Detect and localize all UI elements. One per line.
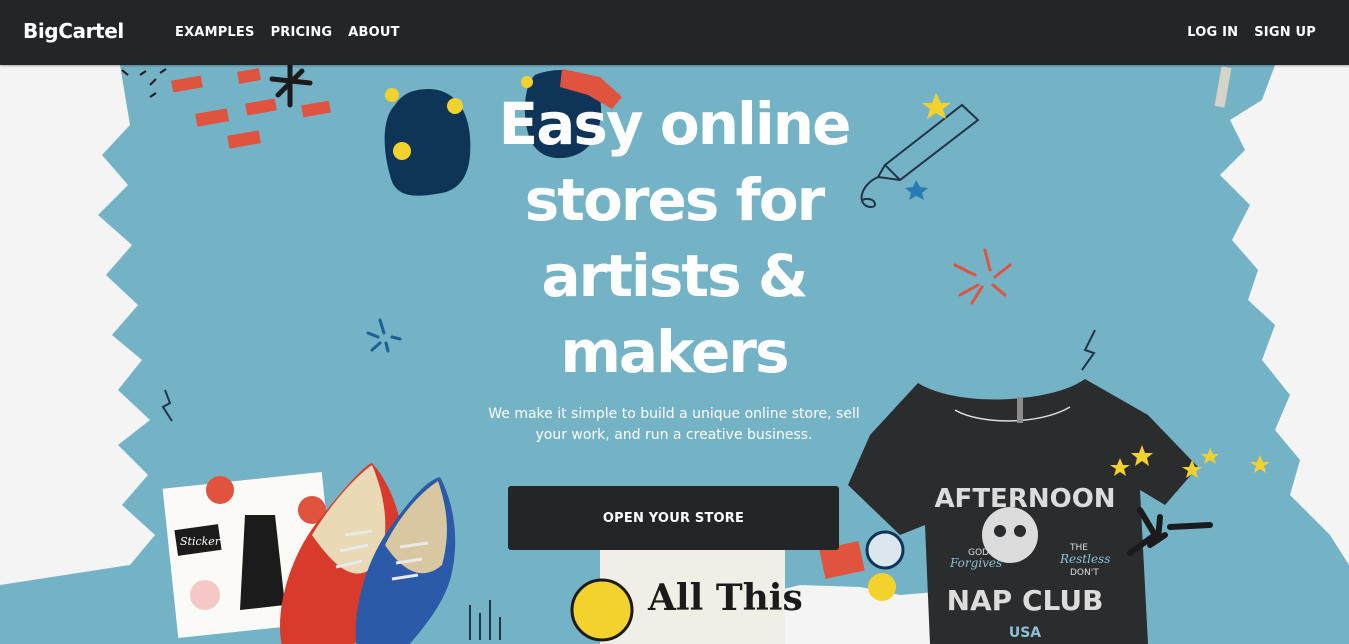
- sign-up-link[interactable]: SIGN UP: [1254, 25, 1316, 40]
- top-navigation-bar: BigCartel EXAMPLES PRICING ABOUT LOG IN …: [0, 0, 1349, 65]
- sticker-yellow: [868, 573, 896, 601]
- log-in-link[interactable]: LOG IN: [1187, 25, 1238, 40]
- nav-about-link[interactable]: ABOUT: [348, 25, 399, 40]
- svg-text:USA: USA: [1009, 625, 1041, 641]
- svg-text:Restless: Restless: [1059, 552, 1110, 566]
- nav-examples-link[interactable]: EXAMPLES: [175, 25, 255, 40]
- print-text: All This: [647, 577, 803, 619]
- primary-nav: EXAMPLES PRICING ABOUT: [175, 25, 400, 40]
- sticker-text: Sticker: [180, 535, 221, 548]
- page: AFTERNOON GOD Forgives THE Restless DON'…: [0, 0, 1349, 644]
- nav-pricing-link[interactable]: PRICING: [271, 25, 333, 40]
- account-nav: LOG IN SIGN UP: [1187, 25, 1316, 40]
- sticker-round: [865, 530, 905, 570]
- tshirt-text-top: AFTERNOON: [934, 484, 1115, 514]
- svg-text:DON'T: DON'T: [1070, 568, 1099, 578]
- open-your-store-button[interactable]: OPEN YOUR STORE: [508, 486, 839, 550]
- hero-subtitle: We make it simple to build a unique onli…: [488, 406, 860, 443]
- navy-blob-left: [384, 88, 471, 196]
- hero-title: Easy online stores for artists & makers: [498, 90, 852, 386]
- svg-text:Forgives: Forgives: [949, 556, 1002, 570]
- brand-logo[interactable]: BigCartel: [23, 19, 124, 43]
- tshirt-text-bottom: NAP CLUB: [947, 584, 1104, 617]
- art-print: All This: [570, 543, 803, 644]
